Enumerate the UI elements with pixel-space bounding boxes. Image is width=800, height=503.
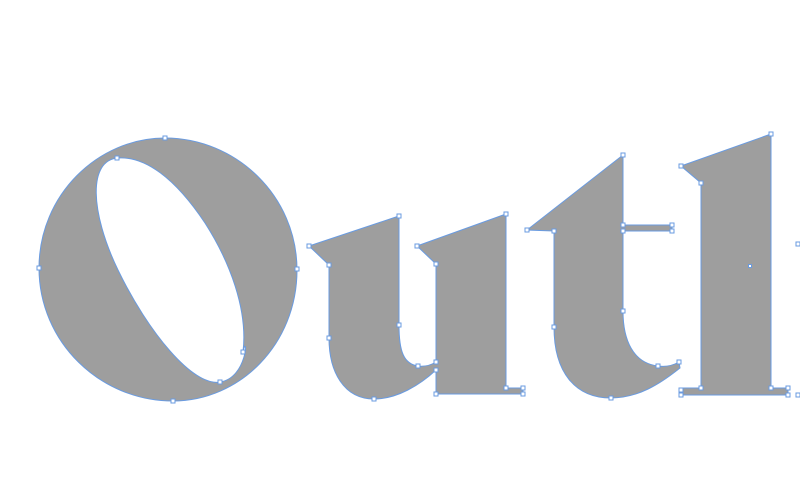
anchor-point[interactable] xyxy=(678,163,684,169)
anchor-point[interactable] xyxy=(785,385,791,391)
anchor-point[interactable] xyxy=(520,391,526,397)
anchor-point[interactable] xyxy=(678,387,684,393)
anchor-point[interactable] xyxy=(326,262,332,268)
anchor-point[interactable] xyxy=(768,131,774,137)
anchor-point[interactable] xyxy=(768,385,774,391)
anchor-point[interactable] xyxy=(655,363,661,369)
anchor-point[interactable] xyxy=(795,241,800,247)
anchor-point[interactable] xyxy=(620,228,626,234)
anchor-point[interactable] xyxy=(551,228,557,234)
canvas-background xyxy=(0,0,800,503)
anchor-point[interactable] xyxy=(433,359,439,365)
anchor-point[interactable] xyxy=(698,180,704,186)
anchor-point[interactable] xyxy=(306,243,312,249)
anchor-point[interactable] xyxy=(520,385,526,391)
anchor-point[interactable] xyxy=(698,385,704,391)
anchor-point[interactable] xyxy=(294,266,300,272)
anchor-point[interactable] xyxy=(114,155,120,161)
anchor-point[interactable] xyxy=(785,392,791,398)
anchor-point[interactable] xyxy=(433,391,439,397)
anchor-point[interactable] xyxy=(795,392,800,398)
anchor-point[interactable] xyxy=(217,379,223,385)
anchor-point[interactable] xyxy=(669,228,675,234)
anchor-point[interactable] xyxy=(162,135,168,141)
anchor-point[interactable] xyxy=(676,359,682,365)
glyph-l-center-point[interactable] xyxy=(748,264,752,268)
anchor-point[interactable] xyxy=(503,211,509,217)
anchor-point[interactable] xyxy=(503,385,509,391)
anchor-point[interactable] xyxy=(608,395,614,401)
anchor-point[interactable] xyxy=(396,322,402,328)
anchor-point[interactable] xyxy=(669,222,675,228)
anchor-point[interactable] xyxy=(433,367,439,373)
anchor-point[interactable] xyxy=(170,398,176,404)
anchor-point[interactable] xyxy=(415,363,421,369)
anchor-point[interactable] xyxy=(433,261,439,267)
anchor-point[interactable] xyxy=(620,152,626,158)
anchor-point[interactable] xyxy=(678,392,684,398)
anchor-point[interactable] xyxy=(371,396,377,402)
design-canvas[interactable] xyxy=(0,0,800,503)
anchor-point[interactable] xyxy=(396,213,402,219)
anchor-point[interactable] xyxy=(620,308,626,314)
anchor-point[interactable] xyxy=(524,227,530,233)
anchor-point[interactable] xyxy=(240,349,246,355)
anchor-point[interactable] xyxy=(551,324,557,330)
anchor-point[interactable] xyxy=(414,243,420,249)
anchor-point[interactable] xyxy=(620,222,626,228)
anchor-point[interactable] xyxy=(326,335,332,341)
anchor-point[interactable] xyxy=(36,265,42,271)
